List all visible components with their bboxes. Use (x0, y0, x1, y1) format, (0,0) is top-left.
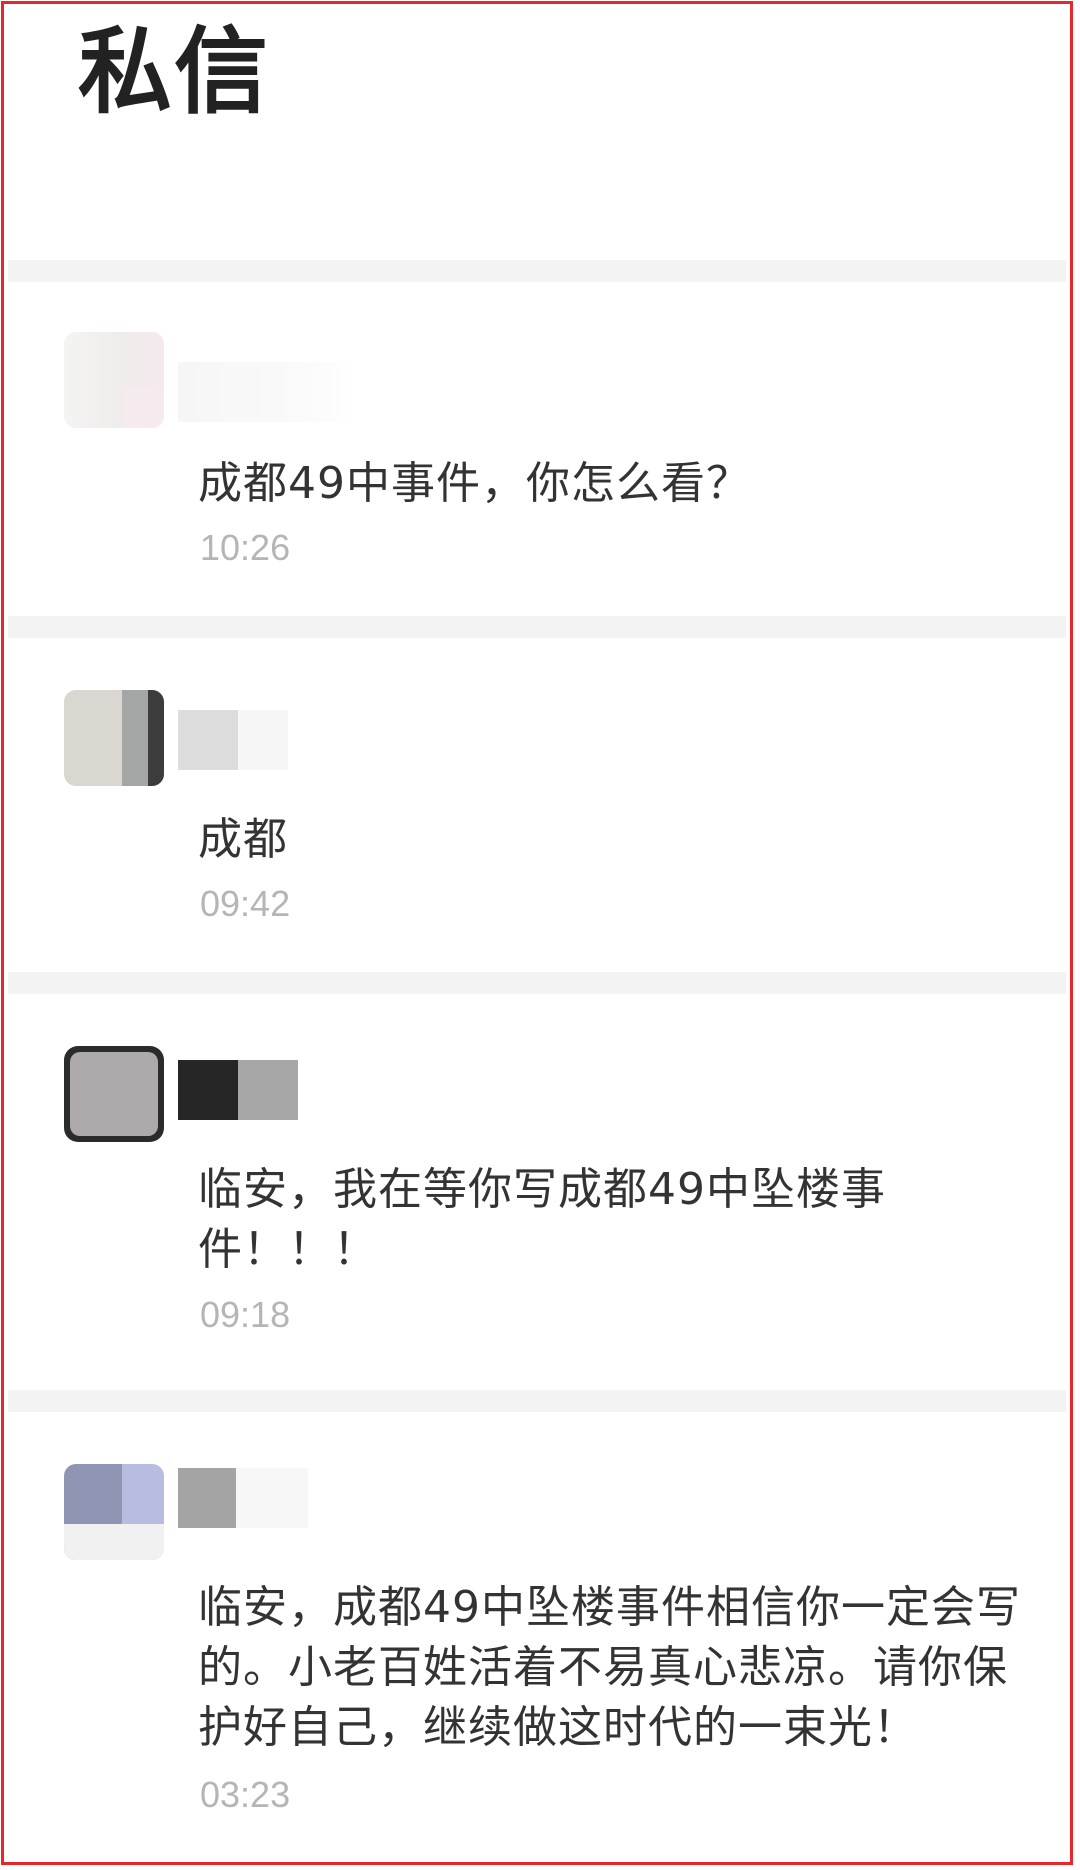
sender-name-blurred[interactable] (178, 710, 288, 770)
section-divider (8, 972, 1066, 994)
message-time: 10:26 (200, 527, 291, 568)
section-divider (8, 616, 1066, 638)
page-title: 私信 (78, 18, 271, 127)
message-item[interactable]: 成都49中事件，你怎么看？ 10:26 (8, 282, 1066, 616)
message-text: 成都 (198, 814, 288, 865)
message-text: 成都49中事件，你怎么看？ (198, 458, 751, 509)
message-time: 09:42 (200, 883, 291, 924)
app-frame: 私信 成都49中事件，你怎么看？ 10:26 成都 09:42 临安，我在等你写… (1, 1, 1073, 1865)
sender-name-blurred[interactable] (178, 1060, 298, 1120)
message-time: 09:18 (200, 1294, 291, 1335)
section-divider (8, 260, 1066, 282)
message-time: 03:23 (200, 1774, 291, 1815)
message-text: 临安，我在等你写成都49中坠楼事件！！！ (198, 1164, 886, 1275)
avatar[interactable] (64, 1464, 164, 1560)
sender-name-blurred[interactable] (178, 362, 358, 422)
avatar[interactable] (64, 690, 164, 786)
section-divider (8, 1390, 1066, 1412)
message-item[interactable]: 成都 09:42 (8, 638, 1066, 972)
avatar[interactable] (64, 1046, 164, 1142)
message-text: 临安，成都49中坠楼事件相信你一定会写的。小老百姓活着不易真心悲凉。请你保护好自… (198, 1582, 1021, 1753)
message-item[interactable]: 临安，成都49中坠楼事件相信你一定会写的。小老百姓活着不易真心悲凉。请你保护好自… (8, 1412, 1066, 1868)
message-item[interactable]: 临安，我在等你写成都49中坠楼事件！！！ 09:18 (8, 994, 1066, 1390)
sender-name-blurred[interactable] (178, 1468, 308, 1528)
avatar[interactable] (64, 332, 164, 428)
